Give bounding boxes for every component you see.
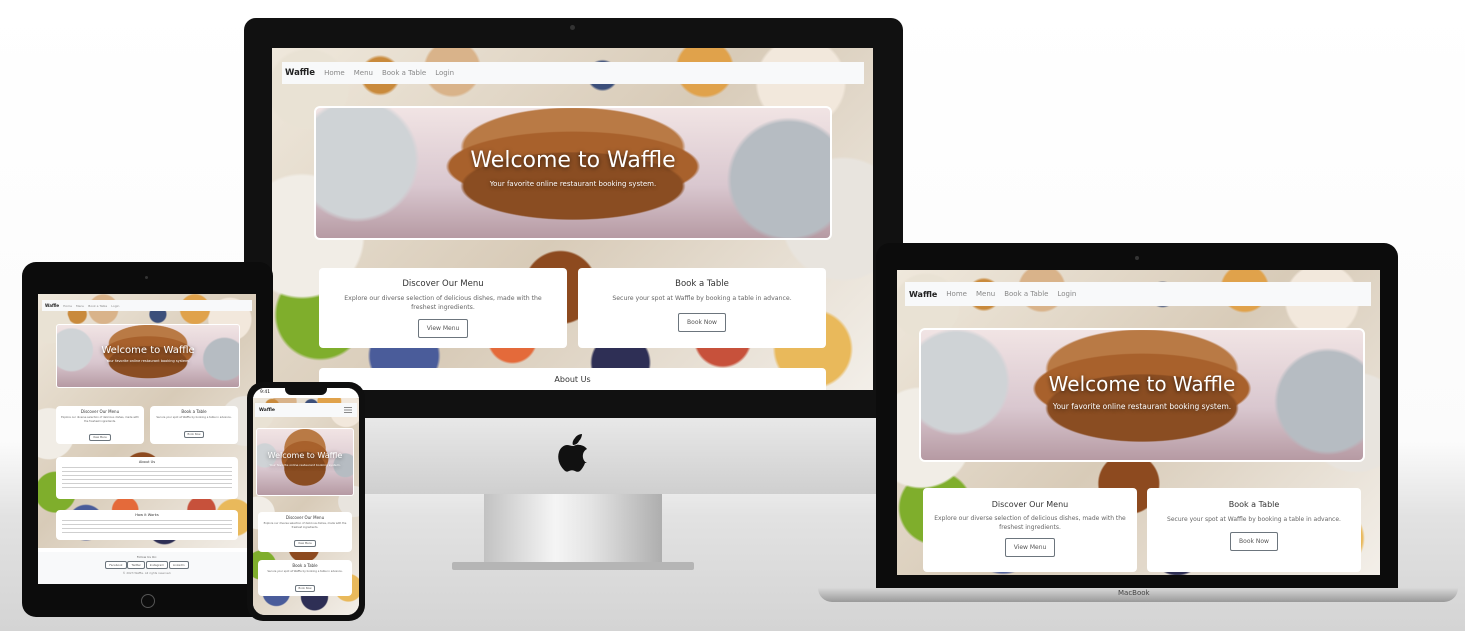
apple-logo-icon (555, 432, 591, 472)
navbar-brand[interactable]: Waffle (285, 68, 315, 78)
nav-link-login[interactable]: Login (435, 69, 454, 77)
hero-title: Welcome to Waffle (470, 148, 676, 173)
hero-subtitle: Your favorite online restaurant booking … (269, 463, 341, 467)
hero-banner: Welcome to Waffle Your favorite online r… (314, 106, 832, 240)
ipad-home-button[interactable] (141, 594, 155, 608)
book-now-button[interactable]: Book Now (294, 584, 316, 592)
navbar-brand[interactable]: Waffle (909, 290, 937, 299)
footer-copyright: © 2023 Waffle. All rights reserved. (122, 571, 172, 575)
instagram-link[interactable]: Instagram (145, 561, 168, 569)
imac-foot (452, 562, 694, 570)
book-now-button[interactable]: Book Now (678, 313, 726, 333)
book-now-button[interactable]: Book Now (183, 430, 205, 438)
hero-banner: Welcome to Waffle Your favorite online r… (56, 324, 240, 388)
card-discover-menu: Discover Our Menu Explore our diverse se… (258, 512, 352, 552)
status-time: 9:41 (260, 390, 271, 395)
hero-title: Welcome to Waffle (101, 345, 195, 356)
facebook-link[interactable]: Facebook (105, 561, 127, 569)
social-links: Facebook Twitter Instagram LinkedIn (38, 561, 256, 569)
card-text: Secure your spot at Waffle by booking a … (612, 295, 792, 302)
card-text: Secure your spot at Waffle by booking a … (1167, 516, 1341, 523)
card-book-table: Book a Table Secure your spot at Waffle … (258, 560, 352, 596)
card-text: Secure your spot at Waffle by booking a … (267, 570, 343, 573)
hamburger-menu-icon[interactable] (344, 407, 352, 413)
imac-stand (484, 494, 662, 566)
nav-link-menu[interactable]: Menu (976, 290, 995, 298)
card-title: Book a Table (1228, 500, 1280, 509)
footer: Follow Us On: Facebook Twitter Instagram… (38, 552, 256, 584)
card-title: Book a Table (675, 279, 729, 289)
card-book-table: Book a Table Secure your spot at Waffle … (150, 406, 238, 444)
imac-camera (570, 25, 575, 30)
nav-link-login[interactable]: Login (111, 304, 119, 308)
nav-link-home[interactable]: Home (324, 69, 345, 77)
nav-link-menu[interactable]: Menu (76, 304, 84, 308)
hero-subtitle: Your favorite online restaurant booking … (106, 359, 190, 363)
nav-link-book[interactable]: Book a Table (1004, 290, 1048, 298)
navbar: Waffle Home Menu Book a Table Login (905, 282, 1371, 306)
card-discover-menu: Discover Our Menu Explore our diverse se… (56, 406, 144, 444)
card-title: Discover Our Menu (80, 409, 120, 414)
nav-link-menu[interactable]: Menu (354, 69, 373, 77)
iphone-screen: 9:41 Waffle Welcome to Waffle Your favor… (253, 388, 359, 615)
card-book-table: Book a Table Secure your spot at Waffle … (578, 268, 826, 348)
imac-screen: Waffle Home Menu Book a Table Login Welc… (272, 48, 873, 390)
macbook-screen: Waffle Home Menu Book a Table Login Welc… (897, 270, 1380, 575)
card-title: About Us (554, 375, 591, 384)
nav-link-book[interactable]: Book a Table (382, 69, 426, 77)
card-title: Book a Table (181, 409, 207, 414)
nav-link-login[interactable]: Login (1057, 290, 1076, 298)
hero-banner: Welcome to Waffle Your favorite online r… (256, 428, 354, 496)
hero-title: Welcome to Waffle (1048, 372, 1236, 396)
view-menu-button[interactable]: View Menu (293, 540, 317, 548)
card-text: Explore our diverse selection of delicio… (263, 522, 347, 529)
card-about-us: About Us (319, 368, 826, 390)
about-text-placeholder (62, 467, 232, 491)
card-title: About Us (138, 460, 156, 464)
navbar-brand[interactable]: Waffle (259, 408, 275, 413)
nav-link-book[interactable]: Book a Table (88, 304, 107, 308)
card-discover-menu: Discover Our Menu Explore our diverse se… (319, 268, 567, 348)
card-discover-menu: Discover Our Menu Explore our diverse se… (923, 488, 1137, 572)
notch (285, 388, 327, 395)
navbar: Waffle Home Menu Book a Table Login (42, 300, 252, 311)
how-text-placeholder (62, 520, 232, 534)
macbook-label: MacBook (1118, 589, 1150, 597)
book-now-button[interactable]: Book Now (1230, 532, 1278, 551)
card-title: Discover Our Menu (402, 279, 484, 289)
footer-follow-label: Follow Us On: (136, 555, 158, 559)
card-title: Discover Our Menu (991, 500, 1069, 509)
navbar: Waffle Home Menu Book a Table Login (282, 62, 864, 84)
view-menu-button[interactable]: View Menu (88, 434, 112, 442)
nav-link-home[interactable]: Home (63, 304, 72, 308)
card-title: Discover Our Menu (285, 515, 325, 520)
status-bar: 9:41 (253, 388, 359, 398)
navbar: Waffle (255, 403, 357, 417)
nav-link-home[interactable]: Home (946, 290, 967, 298)
hero-subtitle: Your favorite online restaurant booking … (1052, 402, 1232, 411)
view-menu-button[interactable]: View Menu (417, 318, 469, 338)
card-text: Explore our diverse selection of delicio… (61, 416, 139, 423)
ipad-camera (145, 276, 148, 279)
card-title: Book a Table (292, 563, 318, 568)
card-text: Explore our diverse selection of delicio… (344, 295, 542, 312)
card-text: Explore our diverse selection of delicio… (934, 515, 1126, 531)
view-menu-button[interactable]: View Menu (1004, 538, 1056, 557)
card-title: How it Works (135, 513, 159, 517)
linkedin-link[interactable]: LinkedIn (168, 561, 189, 569)
navbar-brand[interactable]: Waffle (45, 303, 59, 308)
card-text: Secure your spot at Waffle by booking a … (156, 416, 232, 419)
hero-banner: Welcome to Waffle Your favorite online r… (919, 328, 1365, 462)
hero-title: Welcome to Waffle (267, 451, 343, 460)
macbook-camera (1135, 256, 1139, 260)
hero-subtitle: Your favorite online restaurant booking … (489, 180, 657, 188)
ipad-screen: Waffle Home Menu Book a Table Login Welc… (38, 294, 256, 584)
card-book-table: Book a Table Secure your spot at Waffle … (1147, 488, 1361, 572)
twitter-link[interactable]: Twitter (127, 561, 145, 569)
card-about-us: About Us (56, 457, 238, 499)
card-how-it-works: How it Works (56, 510, 238, 540)
